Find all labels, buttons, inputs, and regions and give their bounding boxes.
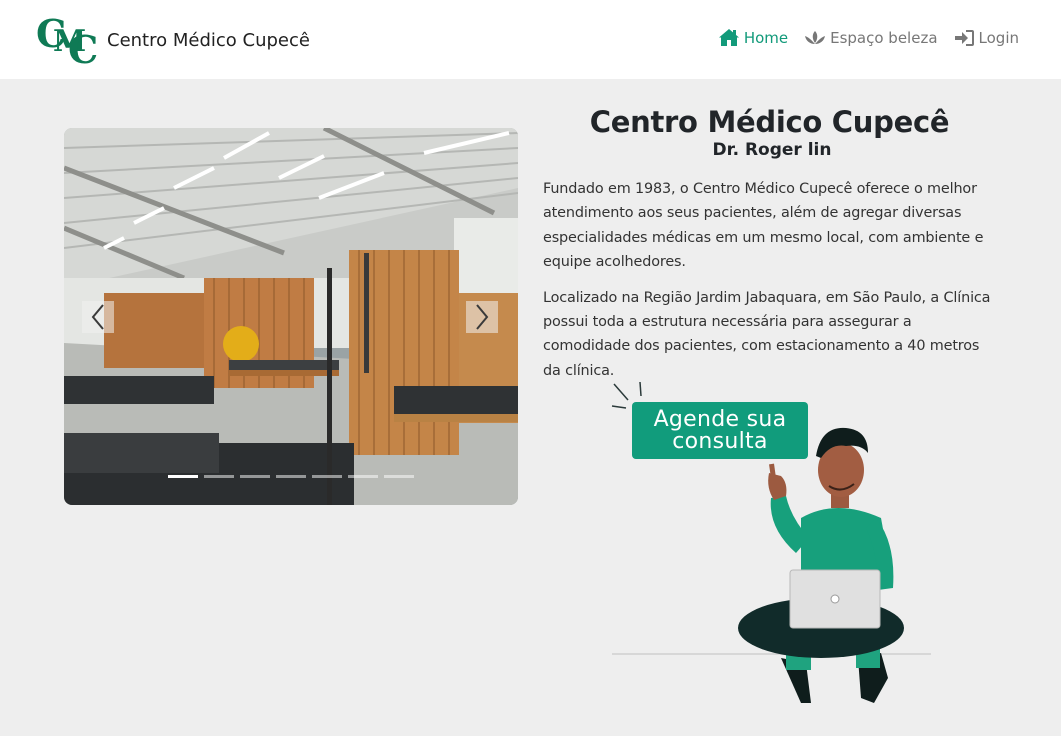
nav-espaco-beleza[interactable]: Espaço beleza — [804, 28, 938, 47]
clinic-photo — [64, 128, 518, 505]
image-carousel[interactable] — [64, 128, 518, 505]
nav-login-label: Login — [978, 28, 1019, 47]
carousel-indicator[interactable] — [276, 475, 306, 478]
chevron-left-icon — [91, 304, 104, 330]
carousel-indicator[interactable] — [312, 475, 342, 478]
carousel-indicator[interactable] — [348, 475, 378, 478]
logo: C M C — [36, 13, 98, 67]
main-nav: Home Espaço beleza Login — [702, 28, 1019, 47]
doctor-name: Dr. Roger lin — [712, 140, 832, 160]
about-section: Centro Médico Cupecê Dr. Roger lin Funda… — [543, 105, 1001, 383]
nav-home[interactable]: Home — [718, 28, 788, 47]
carousel-indicators — [168, 475, 420, 478]
nav-espaco-beleza-label: Espaço beleza — [830, 28, 938, 47]
navbar: C M C Centro Médico Cupecê Home Espaço b… — [0, 0, 1061, 79]
carousel-prev-button[interactable] — [82, 301, 114, 333]
chevron-right-icon — [476, 304, 489, 330]
nav-home-label: Home — [743, 28, 789, 47]
page-title: Centro Médico Cupecê — [589, 105, 950, 139]
cta-line1: Agende sua — [653, 407, 787, 432]
svg-text:C: C — [68, 27, 98, 67]
nav-login[interactable]: Login — [954, 29, 1019, 47]
carousel-indicator[interactable] — [204, 475, 234, 478]
about-paragraph: Fundado em 1983, o Centro Médico Cupecê … — [543, 181, 984, 271]
carousel-indicator[interactable] — [168, 475, 198, 478]
carousel-indicator[interactable] — [384, 475, 414, 478]
carousel-indicator[interactable] — [240, 475, 270, 478]
brand-link[interactable]: C M C Centro Médico Cupecê — [36, 13, 310, 67]
brand-name: Centro Médico Cupecê — [107, 29, 310, 51]
sign-in-icon — [954, 29, 974, 46]
carousel-next-button[interactable] — [466, 301, 498, 333]
schedule-appointment-button[interactable]: Agende sua consulta — [632, 402, 808, 459]
location-paragraph: Localizado na Região Jardim Jabaquara, e… — [543, 289, 991, 379]
lotus-icon — [805, 30, 826, 44]
cta-line2: consulta — [672, 429, 768, 454]
home-icon — [718, 29, 739, 46]
